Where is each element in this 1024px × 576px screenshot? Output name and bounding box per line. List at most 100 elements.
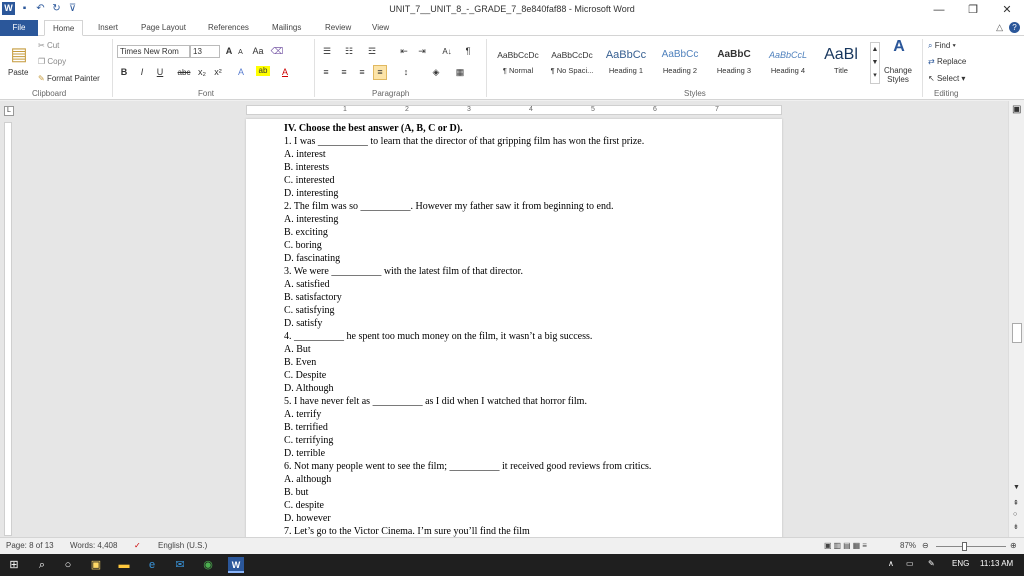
strikethrough-button[interactable]: abc	[176, 66, 192, 79]
font-size-select[interactable]: 13	[190, 45, 220, 58]
file-explorer-icon[interactable]: ▬	[116, 557, 132, 573]
question-text: 3. We were __________ with the latest fi…	[284, 266, 523, 277]
change-styles-icon[interactable]: A	[884, 39, 914, 55]
tab-review[interactable]: Review	[325, 20, 351, 36]
next-page-icon[interactable]: ⇟	[1013, 523, 1019, 531]
underline-button[interactable]: U	[154, 66, 166, 79]
tab-references[interactable]: References	[208, 20, 249, 36]
zoom-out-icon[interactable]: ⊖	[922, 541, 929, 550]
justify-icon[interactable]: ≡	[373, 65, 387, 80]
style-no-spacing[interactable]: AaBbCcDc ¶ No Spaci...	[546, 44, 598, 84]
tab-page-layout[interactable]: Page Layout	[141, 20, 186, 36]
tab-insert[interactable]: Insert	[98, 20, 118, 36]
bold-button[interactable]: B	[118, 66, 130, 79]
italic-button[interactable]: I	[136, 66, 148, 79]
zoom-in-icon[interactable]: ⊕	[1010, 541, 1017, 550]
decrease-indent-icon[interactable]: ⇤	[398, 45, 410, 58]
show-formatting-button[interactable]: ¶	[462, 45, 474, 58]
font-color-icon[interactable]: A	[278, 66, 292, 79]
mail-icon[interactable]: ✉	[172, 557, 188, 573]
shading-icon[interactable]: ◈	[428, 66, 444, 79]
search-icon[interactable]: ⌕	[34, 557, 50, 573]
collapse-ribbon-icon[interactable]: △	[996, 22, 1003, 33]
horizontal-ruler[interactable]: 1 2 3 4 5 6 7	[246, 105, 782, 115]
subscript-button[interactable]: x₂	[196, 66, 208, 79]
format-painter-button[interactable]: ✎ Format Painter	[38, 74, 100, 83]
windows-start-icon[interactable]: ⊞	[6, 557, 22, 573]
text-effects-icon[interactable]: A	[234, 66, 248, 79]
change-styles-button[interactable]: Change Styles	[880, 66, 916, 84]
help-icon[interactable]: ?	[1009, 22, 1020, 33]
chrome-icon[interactable]: ◉	[200, 557, 216, 573]
battery-icon[interactable]: ▭	[906, 559, 914, 568]
style-heading-1[interactable]: AaBbCc Heading 1	[600, 44, 652, 84]
paste-button[interactable]: Paste	[8, 68, 28, 77]
multilevel-list-icon[interactable]: ☲	[364, 45, 380, 58]
select-button[interactable]: ↖ Select ▾	[928, 74, 965, 83]
shrink-font-button[interactable]: A	[236, 46, 245, 59]
sort-button[interactable]: A↓	[440, 45, 454, 58]
replace-button[interactable]: ⇄ Replace	[928, 57, 966, 66]
numbering-icon[interactable]: ☷	[342, 45, 356, 58]
align-left-icon[interactable]: ≡	[320, 66, 332, 79]
document-page[interactable]: IV. Choose the best answer (A, B, C or D…	[246, 119, 782, 539]
pen-icon[interactable]: ✎	[928, 559, 935, 568]
highlight-icon[interactable]: ab	[256, 66, 270, 76]
styles-gallery-scroll[interactable]: ▲ ▼ ▾	[870, 42, 880, 84]
zoom-level[interactable]: 87%	[900, 541, 916, 550]
proofing-icon[interactable]: ✓	[134, 541, 141, 550]
word-count[interactable]: Words: 4,408	[70, 541, 117, 550]
tab-file[interactable]: File	[0, 20, 38, 36]
input-language[interactable]: ENG	[952, 559, 969, 568]
zoom-slider[interactable]	[936, 546, 1006, 547]
store-icon[interactable]: ▣	[88, 557, 104, 573]
style-heading-4[interactable]: AaBbCcL Heading 4	[762, 44, 814, 84]
help-area: △ ?	[996, 22, 1020, 33]
grow-font-button[interactable]: A	[224, 45, 234, 58]
view-buttons[interactable]: ▣▥▤▦≡	[824, 541, 869, 550]
cortana-icon[interactable]: ○	[60, 557, 76, 573]
answer-option: D. terrible	[284, 448, 326, 459]
style-heading-3[interactable]: AaBbC Heading 3	[708, 44, 760, 84]
scroll-down-icon[interactable]: ▼	[1013, 484, 1020, 491]
find-button[interactable]: ⌕ Find ▾	[928, 41, 956, 51]
vertical-ruler[interactable]	[4, 122, 12, 536]
edge-icon[interactable]: e	[144, 557, 160, 573]
document-body[interactable]: IV. Choose the best answer (A, B, C or D…	[284, 122, 754, 538]
zoom-slider-thumb[interactable]	[962, 542, 967, 551]
page-count[interactable]: Page: 8 of 13	[6, 541, 54, 550]
restore-button[interactable]: ❐	[956, 0, 990, 20]
previous-page-icon[interactable]: ⇞	[1013, 499, 1019, 507]
vertical-scrollbar[interactable]: ▣ ▼ ⇞ ○ ⇟	[1008, 101, 1024, 537]
paste-icon[interactable]: ▤	[6, 42, 32, 68]
clock[interactable]: 11:13 AM	[980, 559, 1013, 568]
style-title[interactable]: AaBl Title	[814, 44, 868, 84]
tab-home[interactable]: Home	[44, 20, 84, 36]
scroll-thumb[interactable]	[1012, 323, 1022, 343]
borders-icon[interactable]: ▦	[452, 66, 468, 79]
view-ruler-icon[interactable]: ▣	[1012, 104, 1021, 115]
tray-arrow-icon[interactable]: ∧	[888, 559, 894, 568]
superscript-button[interactable]: x²	[212, 66, 224, 79]
font-name-select[interactable]: Times New Rom	[117, 45, 190, 58]
language-indicator[interactable]: English (U.S.)	[158, 541, 207, 550]
minimize-button[interactable]: —	[922, 0, 956, 20]
align-right-icon[interactable]: ≡	[356, 66, 368, 79]
style-heading-2[interactable]: AaBbCc Heading 2	[654, 44, 706, 84]
cut-button[interactable]: ✂ Cut	[38, 41, 59, 50]
style-normal[interactable]: AaBbCcDc ¶ Normal	[492, 44, 544, 84]
copy-button[interactable]: ❐ Copy	[38, 57, 66, 66]
bullets-icon[interactable]: ☰	[320, 45, 334, 58]
align-center-icon[interactable]: ≡	[338, 66, 350, 79]
change-case-button[interactable]: Aa	[250, 45, 266, 58]
answer-option: D. fascinating	[284, 253, 341, 264]
tab-mailings[interactable]: Mailings	[272, 20, 301, 36]
increase-indent-icon[interactable]: ⇥	[416, 45, 428, 58]
clear-formatting-icon[interactable]: ⌫	[270, 45, 284, 58]
close-button[interactable]: ✕	[990, 0, 1024, 20]
word-taskbar-icon[interactable]: W	[228, 557, 244, 573]
tab-selector[interactable]: L	[4, 106, 14, 116]
tab-view[interactable]: View	[372, 20, 389, 36]
line-spacing-icon[interactable]: ↕	[398, 66, 414, 79]
browse-object-icon[interactable]: ○	[1013, 511, 1017, 518]
